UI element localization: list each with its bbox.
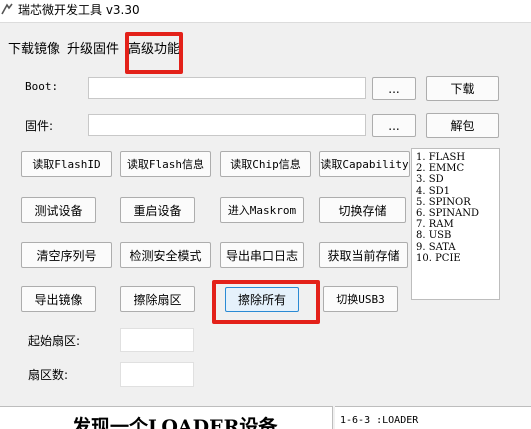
storage-list-item[interactable]: 3. SD <box>416 174 499 185</box>
start-sector-label: 起始扇区: <box>28 334 81 348</box>
tab-upgrade-firmware[interactable]: 升级固件 <box>67 38 119 57</box>
firmware-path-field[interactable] <box>88 114 366 136</box>
storage-list[interactable]: 1. FLASH 2. EMMC 3. SD 4. SD1 5. SPINOR … <box>411 148 500 300</box>
sector-count-label: 扇区数: <box>28 368 69 382</box>
storage-list-item[interactable]: 6. SPINAND <box>416 208 499 219</box>
tab-download-image[interactable]: 下载镜像 <box>8 38 60 57</box>
clear-serial-button[interactable]: 清空序列号 <box>21 242 112 268</box>
device-status-message: 发现一个LOADER设备 <box>72 416 278 429</box>
boot-download-button[interactable]: 下载 <box>426 76 499 101</box>
enter-maskrom-button[interactable]: 进入Maskrom <box>220 197 304 223</box>
firmware-label: 固件: <box>25 119 54 133</box>
boot-browse-button[interactable]: ... <box>372 77 416 100</box>
sector-count-input[interactable] <box>120 362 194 387</box>
log-line: 1-6-3 :LOADER <box>340 415 419 426</box>
window-title: 瑞芯微开发工具 v3.30 <box>18 3 140 17</box>
start-sector-input[interactable] <box>120 328 194 352</box>
read-flash-id-button[interactable]: 读取FlashID <box>21 151 112 177</box>
switch-usb3-button[interactable]: 切换USB3 <box>323 286 398 312</box>
storage-list-item[interactable]: 5. SPINOR <box>416 197 499 208</box>
storage-list-item[interactable]: 2. EMMC <box>416 163 499 174</box>
erase-sector-button[interactable]: 擦除扇区 <box>120 286 195 312</box>
storage-list-item[interactable]: 1. FLASH <box>416 152 499 163</box>
storage-list-item[interactable]: 9. SATA <box>416 242 499 253</box>
title-bar: 瑞芯微开发工具 v3.30 <box>0 0 531 23</box>
storage-list-item[interactable]: 10. PCIE <box>416 253 499 264</box>
storage-list-item[interactable]: 8. USB <box>416 230 499 241</box>
log-panel[interactable]: 1-6-3 :LOADER <box>335 406 531 429</box>
firmware-browse-button[interactable]: ... <box>372 114 416 137</box>
boot-path-field[interactable] <box>88 77 366 99</box>
read-chip-info-button[interactable]: 读取Chip信息 <box>220 151 311 177</box>
read-capability-button[interactable]: 读取Capability <box>319 151 410 177</box>
app-logo-icon <box>1 3 13 15</box>
firmware-unpack-button[interactable]: 解包 <box>426 113 499 138</box>
check-secure-mode-button[interactable]: 检测安全模式 <box>120 242 211 268</box>
test-device-button[interactable]: 测试设备 <box>21 197 96 223</box>
boot-label: Boot: <box>25 80 59 93</box>
read-flash-info-button[interactable]: 读取Flash信息 <box>120 151 211 177</box>
status-panel: 发现一个LOADER设备 <box>0 406 333 429</box>
tab-highlight-box <box>125 32 183 74</box>
storage-list-item[interactable]: 4. SD1 <box>416 186 499 197</box>
get-current-storage-button[interactable]: 获取当前存储 <box>319 242 408 268</box>
erase-all-highlight-box <box>212 280 320 324</box>
storage-list-item[interactable]: 7. RAM <box>416 219 499 230</box>
reset-device-button[interactable]: 重启设备 <box>120 197 195 223</box>
export-image-button[interactable]: 导出镜像 <box>21 286 96 312</box>
export-serial-log-button[interactable]: 导出串口日志 <box>220 242 304 268</box>
switch-storage-button[interactable]: 切换存储 <box>319 197 406 223</box>
